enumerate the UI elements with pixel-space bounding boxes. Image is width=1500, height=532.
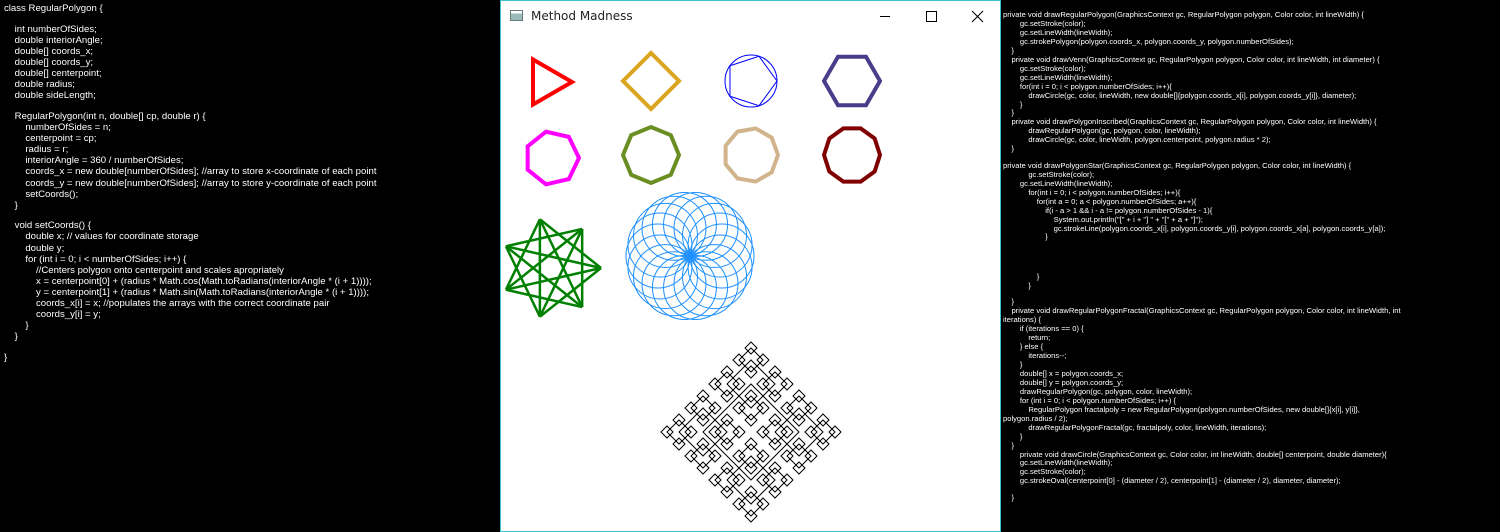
blue-venn-rosette (625, 191, 755, 321)
goldenrod-diamond (620, 50, 682, 112)
code-line: iterations--; (1003, 351, 1067, 361)
code-line: double y; (4, 242, 65, 254)
tan-nonagon (723, 126, 781, 184)
fractal-square (702, 383, 800, 481)
tan-nonagon-outline (723, 126, 781, 184)
code-line: } (1003, 232, 1048, 242)
code-line: drawRegularPolygonFractal(gc, fractalpol… (1003, 422, 1267, 432)
code-line: double x; // values for coordinate stora… (4, 231, 199, 243)
goldenrod-diamond-outline (620, 50, 682, 112)
maximize-button[interactable] (908, 1, 954, 32)
app-window: Method Madness (500, 0, 1001, 532)
code-line: double[] coords_x; (4, 45, 94, 57)
darkslateblue-hexagon-outline (821, 54, 883, 108)
green-star (504, 218, 602, 318)
code-line: gc.strokePolygon(polygon.coords_x, polyg… (1003, 36, 1294, 46)
code-line: return; (1003, 333, 1051, 343)
code-line: y = centerpoint[1] + (radius * Math.sin(… (4, 286, 369, 298)
title-bar[interactable]: Method Madness (501, 1, 1000, 32)
code-line: drawCircle(gc, color, lineWidth, polygon… (1003, 135, 1271, 145)
code-line: interiorAngle = 360 / numberOfSides; (4, 155, 184, 167)
code-line: } (1003, 271, 1040, 281)
code-line: if (iterations == 0) { (1003, 324, 1084, 334)
code-line: coords_x[i] = x; //populates the arrays … (4, 298, 330, 310)
code-line: double[] coords_y; (4, 56, 94, 68)
code-line: } (1003, 144, 1014, 154)
code-line: coords_x = new double[numberOfSides]; //… (4, 166, 377, 178)
code-line: centerpoint = cp; (4, 133, 97, 145)
code-line: double radius; (4, 79, 75, 91)
minimize-button[interactable] (862, 1, 908, 32)
code-panel-right: private void drawRegularPolygon(Graphics… (1003, 10, 1498, 503)
code-line: gc.strokeLine(polygon.coords_x[i], polyg… (1003, 223, 1386, 233)
app-icon (510, 10, 523, 21)
olivedrab-octagon-outline (620, 124, 682, 186)
code-line: } (1003, 492, 1014, 502)
code-line: coords_y = new double[numberOfSides]; //… (4, 177, 377, 189)
red-triangle-outline (531, 56, 576, 108)
code-line: x = centerpoint[0] + (radius * Math.cos(… (4, 275, 372, 287)
code-line: } (4, 320, 29, 332)
maroon-decagon-outline (821, 126, 883, 184)
code-line: } else { (1003, 342, 1044, 352)
close-icon (971, 10, 984, 23)
code-line: } (1003, 99, 1023, 109)
code-line: coords_y[i] = y; (4, 309, 101, 321)
maroon-decagon (821, 126, 883, 184)
olivedrab-octagon (620, 124, 682, 186)
drawing-canvas (504, 50, 883, 523)
red-triangle (531, 56, 576, 108)
code-line: int numberOfSides; (4, 23, 97, 35)
code-line: } (1003, 280, 1031, 290)
maximize-icon (926, 11, 937, 22)
code-line: drawCircle(gc, color, lineWidth, new dou… (1003, 90, 1357, 100)
code-line: } (4, 331, 18, 343)
code-line: double interiorAngle; (4, 34, 103, 46)
code-line: numberOfSides = n; (4, 122, 111, 134)
close-button[interactable] (954, 1, 1000, 32)
code-line: radius = r; (4, 144, 69, 156)
code-line: for (int i = 0; i < numberOfSides; i++) … (4, 253, 187, 265)
code-line: double[] centerpoint; (4, 68, 102, 80)
code-panel-left: class RegularPolygon { int numberOfSides… (4, 3, 494, 363)
code-line: private void drawRegularPolygonFractal(G… (1003, 306, 1401, 316)
code-line: RegularPolygon(int n, double[] cp, doubl… (4, 110, 206, 122)
black-diamond-fractal (660, 341, 842, 523)
code-line: RegularPolygon fractalpoly = new Regular… (1003, 404, 1360, 414)
code-line: setCoords(); (4, 188, 79, 200)
code-line: void setCoords() { (4, 220, 91, 232)
window-title: Method Madness (531, 9, 633, 23)
code-line: } (4, 352, 8, 363)
magenta-heptagon (525, 129, 582, 187)
code-line: } (1003, 431, 1023, 441)
code-line: } (4, 199, 18, 211)
magenta-heptagon-outline (525, 129, 582, 187)
darkslateblue-hexagon (821, 54, 883, 108)
code-line: double sideLength; (4, 90, 96, 102)
code-line: //Centers polygon onto centerpoint and s… (4, 264, 284, 276)
inscribing-circle (724, 54, 778, 108)
blue-inscribed-pentagon (724, 54, 778, 108)
code-line: class RegularPolygon { (4, 3, 103, 14)
code-line: gc.strokeOval(centerpoint[0] - (diameter… (1003, 476, 1341, 486)
